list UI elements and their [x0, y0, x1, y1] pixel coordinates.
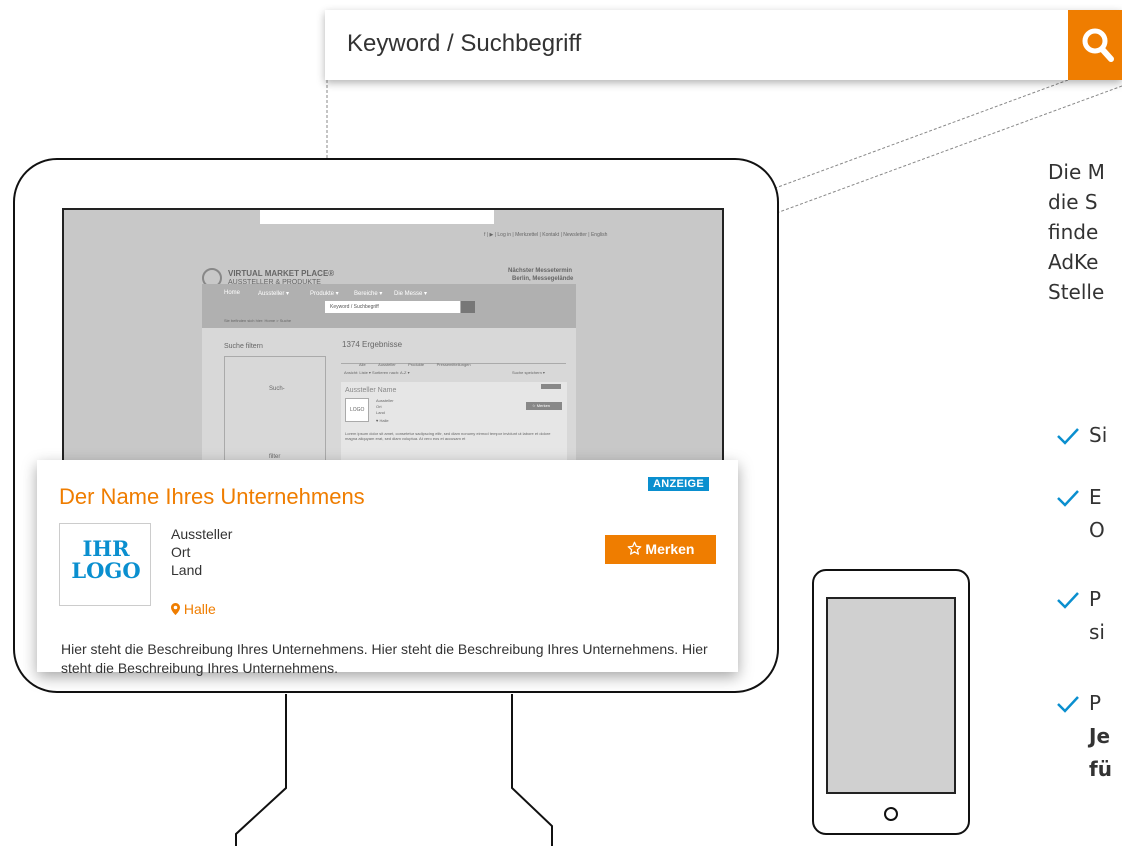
check-item-2-line-1: E	[1089, 485, 1102, 509]
logo-line-2: LOGO	[71, 558, 141, 583]
mini-search-text: Keyword / Suchbegriff	[330, 304, 379, 310]
star-icon	[627, 541, 641, 555]
search-button[interactable]	[1068, 10, 1122, 80]
logo-text: IHR LOGO	[60, 538, 152, 582]
monitor-stand	[235, 694, 553, 846]
check-item-4-line-3: fü	[1089, 757, 1112, 781]
mini-tab-presse: Pressemitteilungen	[436, 362, 471, 367]
ad-card[interactable]: Der Name Ihres Unternehmens ANZEIGE IHR …	[37, 460, 738, 676]
mini-top-links: f | ▶ | Log in | Merkzettel | Kontakt | …	[484, 232, 608, 238]
mini-filter-row-1: Such-	[269, 386, 285, 392]
mini-card-merken-label: ☆ Merken	[532, 403, 551, 408]
check-item-3-line-2: si	[1089, 620, 1105, 644]
detail-aussteller: Aussteller	[171, 526, 233, 542]
company-name[interactable]: Der Name Ihres Unternehmens	[59, 484, 365, 510]
intro-line-1: Die M	[1048, 160, 1105, 184]
smartphone-screen	[826, 597, 956, 794]
smartphone-home-button	[884, 807, 898, 821]
mini-save-search: Suche speichern ▾	[512, 370, 545, 375]
mini-title: VIRTUAL MARKET PLACE®	[228, 269, 335, 278]
checkmark-icon	[1057, 428, 1079, 445]
mini-filter-title: Suche filtern	[224, 343, 263, 350]
mini-nav-produkte: Produkte ▾	[310, 291, 339, 297]
mini-tab-aussteller: Aussteller	[378, 362, 396, 367]
detail-land: Land	[171, 562, 203, 578]
mini-card-hall: ♥ Halle	[376, 418, 389, 423]
mini-tab-alle: Alle	[359, 362, 366, 367]
search-input[interactable]: Keyword / Suchbegriff	[347, 30, 581, 58]
ad-badge: ANZEIGE	[648, 477, 709, 491]
company-description: Hier steht die Beschreibung Ihres Untern…	[61, 641, 708, 676]
intro-line-4: AdKe	[1048, 250, 1099, 274]
mini-card-title: Aussteller Name	[345, 387, 397, 394]
mini-nav-messe: Die Messe ▾	[394, 291, 428, 297]
mini-card-badge	[541, 384, 561, 389]
mini-tab-produkte: Produkte	[408, 362, 425, 367]
monitor-screen: f | ▶ | Log in | Merkzettel | Kontakt | …	[62, 208, 724, 463]
hall-label: Halle	[183, 601, 216, 617]
logo-line-1: IHR	[82, 536, 130, 561]
hall-link[interactable]: Halle	[171, 601, 216, 617]
mini-filter-box	[224, 356, 326, 463]
map-marker-icon	[171, 603, 180, 615]
mini-card-line-3: Land	[376, 410, 385, 415]
mini-breadcrumb: Sie befinden sich hier: Home > Suche	[224, 318, 292, 323]
mini-sort: Ansicht: Liste ▾ Sortieren nach: A-Z ▾	[344, 370, 410, 375]
mini-nav-home: Home	[224, 290, 241, 296]
checkmark-icon	[1057, 696, 1079, 713]
checkmark-icon	[1057, 592, 1079, 609]
mini-search-button	[461, 301, 475, 313]
mini-result-count: 1374 Ergebnisse	[342, 340, 403, 349]
check-item-4-line-2: Je	[1089, 724, 1111, 748]
mini-nav-bereiche: Bereiche ▾	[354, 291, 383, 297]
mini-top-white	[260, 210, 494, 224]
checkmark-icon	[1057, 490, 1079, 507]
mini-card-line-2: Ort	[376, 404, 382, 409]
merken-button[interactable]: Merken	[605, 535, 716, 564]
mini-next-fair: Nächster Messetermin	[508, 268, 573, 274]
company-logo: IHR LOGO	[59, 523, 151, 606]
mini-card-line-1: Aussteller	[376, 398, 394, 403]
mini-tabs-row: Alle Aussteller Produkte Pressemitteilun…	[341, 353, 566, 367]
merken-label: Merken	[645, 541, 695, 557]
mini-result-card	[341, 382, 567, 462]
search-bar[interactable]: Keyword / Suchbegriff	[325, 10, 1122, 80]
mini-nav-aussteller: Aussteller ▾	[258, 291, 290, 297]
check-item-1-line-1: Si	[1089, 423, 1108, 447]
check-item-4-line-1: P	[1089, 691, 1102, 715]
intro-line-3: finde	[1048, 220, 1099, 244]
mini-card-merken: ☆ Merken	[526, 402, 562, 410]
check-item-3-line-1: P	[1089, 587, 1102, 611]
mini-card-desc: Lorem ipsum dolor sit amet, consetetur s…	[345, 431, 551, 441]
intro-line-5: Stelle	[1048, 280, 1105, 304]
check-item-2-line-2: O	[1089, 518, 1105, 542]
intro-line-2: die S	[1048, 190, 1098, 214]
detail-ort: Ort	[171, 544, 191, 560]
mini-card-logo-text: LOGO	[350, 407, 365, 413]
mini-card-logo: LOGO	[345, 398, 369, 422]
search-icon	[1082, 28, 1114, 62]
mini-next-fair-place: Berlin, Messegelände	[512, 276, 574, 282]
